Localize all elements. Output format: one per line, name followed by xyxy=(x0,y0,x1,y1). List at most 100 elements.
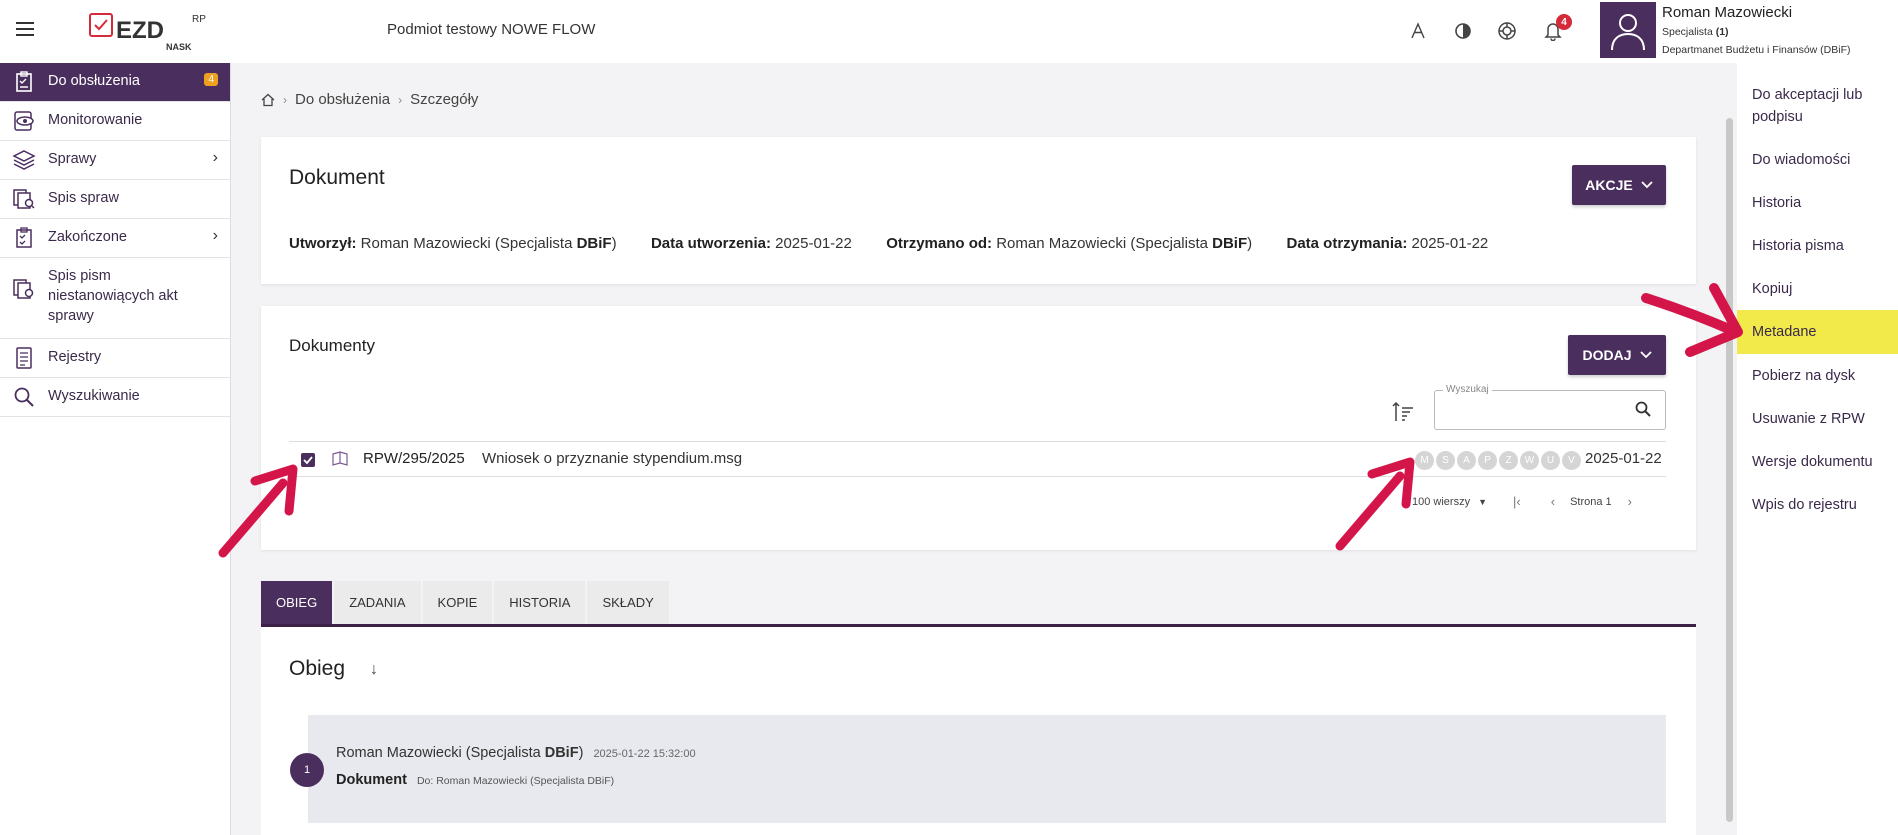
menu-item-historia[interactable]: Historia xyxy=(1737,192,1898,214)
annotation-arrow-checkbox xyxy=(218,464,298,558)
paren: ) xyxy=(611,235,617,252)
menu-item-historia-pisma[interactable]: Historia pisma xyxy=(1737,235,1898,257)
hamburger-menu-icon[interactable] xyxy=(16,22,34,36)
sidebar-item-do-obsluzenia[interactable]: Do obsłużenia 4 xyxy=(0,63,230,102)
breadcrumb-separator: › xyxy=(283,92,287,107)
breadcrumb-item[interactable]: Do obsłużenia xyxy=(295,91,390,108)
right-actions-menu: Do akceptacji lub podpisu Do wiadomości … xyxy=(1737,63,1898,835)
dropdown-arrow-icon[interactable]: ▼ xyxy=(1478,497,1487,507)
flow-doc-label[interactable]: Dokument xyxy=(336,772,407,788)
flow-recipient: Do: Roman Mazowiecki (Specjalista DBiF) xyxy=(416,775,615,787)
sidebar-item-label: Monitorowanie xyxy=(48,112,143,128)
menu-item-pobierz[interactable]: Pobierz na dysk xyxy=(1737,365,1898,387)
search-icon[interactable] xyxy=(1634,400,1652,418)
logo-text: EZD xyxy=(116,17,164,44)
tab-sklady[interactable]: SKŁADY xyxy=(587,581,669,624)
document-name[interactable]: Wniosek o przyznanie stypendium.msg xyxy=(482,450,742,467)
created-by-label: Utworzył: xyxy=(289,235,357,252)
sidebar-item-label: Spis pism niestanowiących akt sprawy xyxy=(48,268,178,324)
sidebar-item-spis-spraw[interactable]: Spis spraw xyxy=(0,180,230,219)
actions-button-label: AKCJE xyxy=(1585,177,1633,193)
received-date-label: Data otrzymania: xyxy=(1286,235,1408,252)
menu-item-kopiuj[interactable]: Kopiuj xyxy=(1737,278,1898,300)
menu-item-wpis-do-rejestru[interactable]: Wpis do rejestru xyxy=(1737,494,1898,516)
sidebar-item-wyszukiwanie[interactable]: Wyszukiwanie xyxy=(0,378,230,417)
eye-icon xyxy=(14,111,34,131)
ezd-logo[interactable]: EZD RP NASK xyxy=(88,10,218,54)
created-date-value: 2025-01-22 xyxy=(775,235,852,252)
flow-entry xyxy=(308,715,1666,823)
sort-down-icon[interactable]: ↓ xyxy=(370,661,378,679)
sort-icon[interactable] xyxy=(1391,400,1415,424)
search-label: Wyszukaj xyxy=(1443,384,1492,395)
user-role: Specjalista (1) xyxy=(1662,26,1729,38)
breadcrumb: › Do obsłużenia › Szczegóły xyxy=(261,91,478,108)
count-badge: 4 xyxy=(204,73,218,86)
flow-timestamp: 2025-01-22 15:32:00 xyxy=(593,748,696,760)
menu-item-usuwanie[interactable]: Usuwanie z RPW xyxy=(1737,408,1898,430)
status-letter: S xyxy=(1436,451,1455,470)
user-name[interactable]: Roman Mazowiecki xyxy=(1662,4,1792,21)
bell-icon[interactable]: 4 xyxy=(1542,14,1572,42)
sidebar-item-spis-pism[interactable]: Spis pism niestanowiących akt sprawy xyxy=(0,258,230,339)
flow-author-dept: DBiF xyxy=(544,745,579,761)
flow-document: Dokument Do: Roman Mazowiecki (Specjalis… xyxy=(336,772,614,788)
created-by-value: Roman Mazowiecki (Specjalista xyxy=(360,235,577,252)
received-from-label: Otrzymano od: xyxy=(886,235,993,252)
user-role-label: Specjalista xyxy=(1662,26,1713,38)
sidebar-item-sprawy[interactable]: Sprawy › xyxy=(0,141,230,180)
chevron-down-icon xyxy=(1641,181,1653,189)
paren: ) xyxy=(1247,235,1253,252)
sidebar-item-rejestry[interactable]: Rejestry xyxy=(0,339,230,378)
table-row[interactable]: RPW/295/2025 Wniosek o przyznanie stypen… xyxy=(289,441,1666,477)
status-letter: V xyxy=(1562,451,1581,470)
sidebar-item-zakonczone[interactable]: Zakończone › xyxy=(0,219,230,258)
notification-badge: 4 xyxy=(1556,14,1572,30)
document-signature[interactable]: RPW/295/2025 xyxy=(363,450,465,467)
search-input[interactable] xyxy=(1434,390,1666,430)
flow-author: Roman Mazowiecki (Specjalista DBiF) 2025… xyxy=(336,745,696,761)
clipboard-check-icon xyxy=(16,227,32,248)
actions-button[interactable]: AKCJE xyxy=(1572,165,1666,205)
sidebar-item-label: Zakończone xyxy=(48,229,127,245)
document-card xyxy=(261,137,1696,284)
main-scrollbar[interactable] xyxy=(1726,118,1733,822)
menu-item-wersje[interactable]: Wersje dokumentu xyxy=(1737,451,1898,473)
status-letter: W xyxy=(1520,451,1539,470)
menu-item-do-wiadomosci[interactable]: Do wiadomości xyxy=(1737,149,1898,171)
flow-author-name: Roman Mazowiecki (Specjalista xyxy=(336,745,545,761)
contrast-icon[interactable] xyxy=(1452,20,1474,42)
docs-gear-icon xyxy=(13,279,34,299)
next-page-icon[interactable]: › xyxy=(1628,494,1632,509)
tab-zadania[interactable]: ZADANIA xyxy=(334,581,421,624)
received-date-value: 2025-01-22 xyxy=(1411,235,1489,252)
status-indicators: M S A P Z W U V xyxy=(1415,451,1581,470)
menu-item-do-akceptacji[interactable]: Do akceptacji lub podpisu xyxy=(1737,84,1898,128)
first-page-icon[interactable]: |‹ xyxy=(1513,494,1521,509)
font-size-icon[interactable] xyxy=(1407,20,1429,42)
status-letter: A xyxy=(1457,451,1476,470)
sidebar-item-label: Wyszukiwanie xyxy=(48,388,140,404)
status-letter: P xyxy=(1478,451,1497,470)
organization-title: Podmiot testowy NOWE FLOW xyxy=(387,21,596,38)
settings-icon[interactable] xyxy=(1496,20,1518,42)
received-from-value: Roman Mazowiecki (Specjalista xyxy=(996,235,1213,252)
chevron-right-icon: › xyxy=(212,149,218,166)
status-letter: Z xyxy=(1499,451,1518,470)
sidebar-item-label: Rejestry xyxy=(48,349,102,365)
page-indicator: Strona 1 xyxy=(1570,495,1612,508)
sidebar-item-monitorowanie[interactable]: Monitorowanie xyxy=(0,102,230,141)
tab-kopie[interactable]: KOPIE xyxy=(422,581,493,624)
prev-page-icon[interactable]: ‹ xyxy=(1551,494,1555,509)
user-department: Departmanet Budżetu i Finansów (DBiF) xyxy=(1662,44,1851,56)
top-header: EZD RP NASK Podmiot testowy NOWE FLOW 4 … xyxy=(0,0,1898,63)
tab-obieg[interactable]: OBIEG xyxy=(261,581,333,624)
add-button-label: DODAJ xyxy=(1582,347,1632,363)
menu-item-metadane[interactable]: Metadane xyxy=(1737,310,1898,354)
tab-historia[interactable]: HISTORIA xyxy=(494,581,586,624)
documents-card-title: Dokumenty xyxy=(289,336,375,355)
user-avatar[interactable] xyxy=(1600,2,1656,58)
breadcrumb-separator: › xyxy=(398,92,403,107)
flow-step-number: 1 xyxy=(290,753,324,787)
home-icon[interactable] xyxy=(261,93,275,107)
